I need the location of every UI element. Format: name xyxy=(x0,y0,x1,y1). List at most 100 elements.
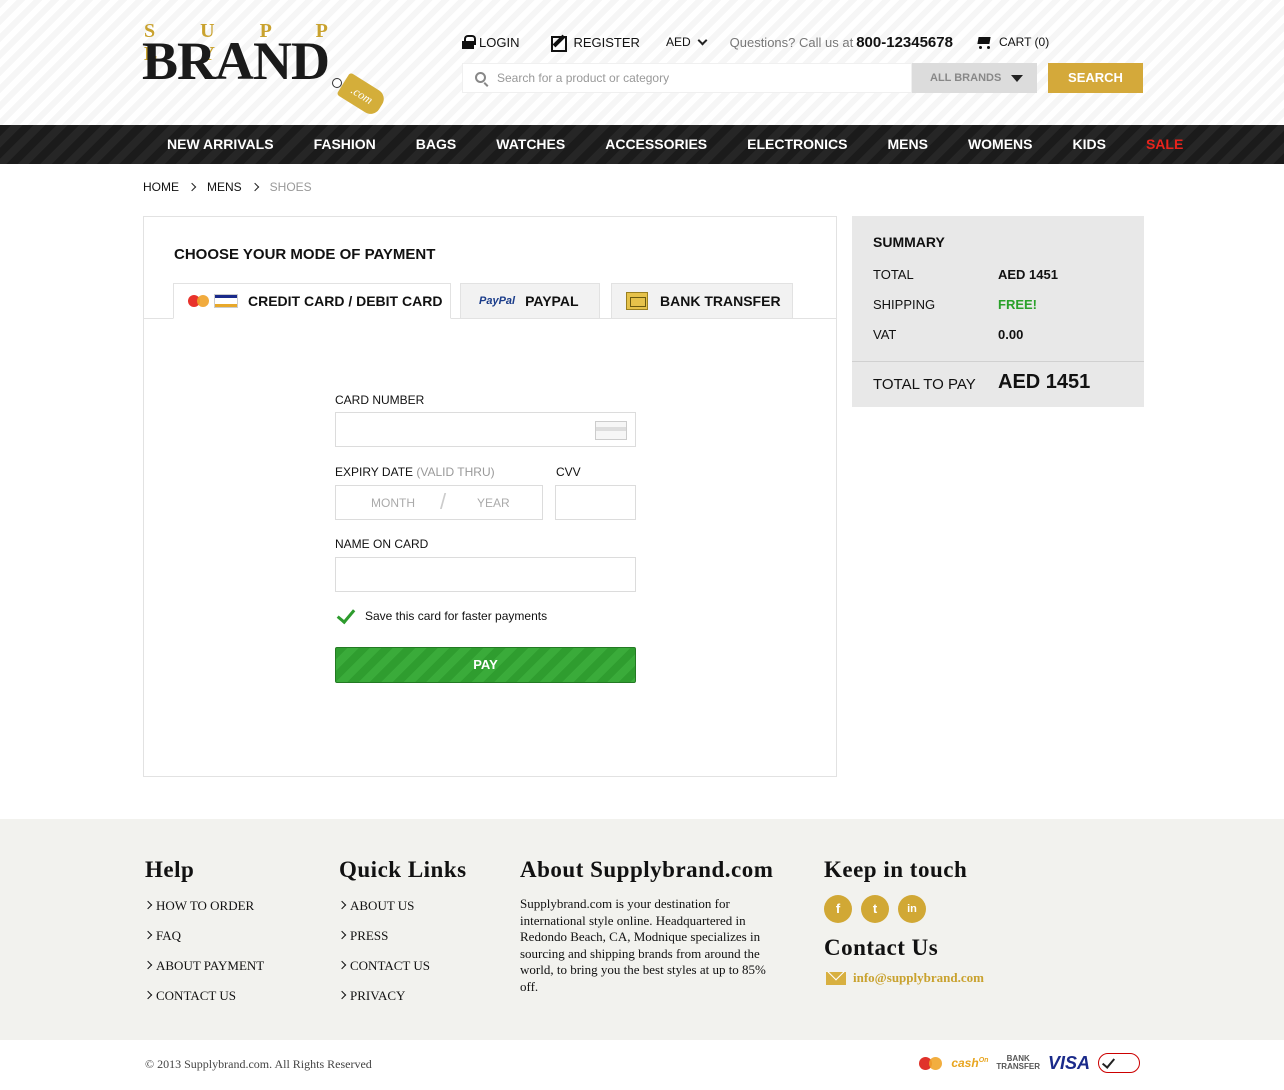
credit-card-icon xyxy=(595,421,627,440)
login-link[interactable]: LOGIN xyxy=(462,35,519,50)
search-icon xyxy=(475,72,486,83)
footer-keep-in-touch-title: Keep in touch xyxy=(824,857,968,882)
summary-total-label: TOTAL xyxy=(873,267,914,282)
edit-icon xyxy=(551,34,568,52)
order-summary: SUMMARY TOTAL AED 1451 SHIPPING FREE! VA… xyxy=(852,216,1144,407)
visa-icon: VISA xyxy=(1047,1052,1090,1073)
tab-credit-card-label: CREDIT CARD / DEBIT CARD xyxy=(248,293,443,309)
nav-item-electronics[interactable]: ELECTRONICS xyxy=(747,125,847,164)
footer-link-press[interactable]: PRESS xyxy=(339,928,430,958)
currency-select[interactable]: AED xyxy=(665,35,708,49)
breadcrumb-home[interactable]: HOME xyxy=(143,180,179,194)
cvv-field[interactable] xyxy=(555,485,636,520)
nav-item-mens[interactable]: MENS xyxy=(887,125,927,164)
nav-item-sale[interactable]: SALE xyxy=(1146,125,1183,164)
nav-item-accessories[interactable]: ACCESSORIES xyxy=(605,125,707,164)
search-box xyxy=(462,63,912,93)
footer-link-how-to-order[interactable]: HOW TO ORDER xyxy=(145,898,264,928)
save-card-checkbox[interactable] xyxy=(336,606,356,626)
payment-panel: CHOOSE YOUR MODE OF PAYMENT CREDIT CARD … xyxy=(143,216,837,777)
tab-credit-card[interactable]: CREDIT CARD / DEBIT CARD xyxy=(173,283,451,319)
footer-link-contact-us[interactable]: CONTACT US xyxy=(145,988,264,1018)
logo-brand-text: BRAND xyxy=(142,31,330,91)
lock-icon xyxy=(462,35,476,49)
main-nav: NEW ARRIVALS FASHION BAGS WATCHES ACCESS… xyxy=(0,125,1284,164)
linkedin-icon[interactable]: in xyxy=(898,895,926,923)
brands-label: ALL BRANDS xyxy=(930,72,1002,84)
paypal-icon: PayPal xyxy=(479,295,516,307)
nav-item-bags[interactable]: BAGS xyxy=(416,125,456,164)
summary-vat-label: VAT xyxy=(873,327,897,342)
cash-logo-text: cash xyxy=(951,1056,979,1070)
name-on-card-field[interactable] xyxy=(335,557,636,592)
footer-quick-links-title: Quick Links xyxy=(339,857,467,882)
search-button[interactable]: SEARCH xyxy=(1048,63,1143,93)
site-header: S U P P L Y BRAND .com LOGIN REGISTER AE… xyxy=(0,0,1284,125)
month-input[interactable]: MONTH xyxy=(371,496,415,510)
cash-logo-sup: On xyxy=(978,1057,989,1064)
cart-link[interactable]: CART (0) xyxy=(975,35,1049,49)
expiry-label: EXPIRY DATE (VALID THRU) xyxy=(335,465,495,479)
nav-item-kids[interactable]: KIDS xyxy=(1073,125,1106,164)
year-input[interactable]: YEAR xyxy=(477,496,510,510)
caret-down-icon xyxy=(1011,75,1023,82)
nav-item-fashion[interactable]: FASHION xyxy=(314,125,376,164)
breadcrumb-mens[interactable]: MENS xyxy=(207,180,242,194)
tab-paypal[interactable]: PayPal PAYPAL xyxy=(460,283,600,319)
bank-transfer-icon: BANK TRANSFER xyxy=(996,1055,1040,1071)
site-footer: Help HOW TO ORDER FAQ ABOUT PAYMENT CONT… xyxy=(0,819,1284,1040)
card-number-label: CARD NUMBER xyxy=(335,393,425,407)
verified-secure-icon xyxy=(1098,1053,1140,1073)
summary-shipping-value: FREE! xyxy=(998,297,1037,312)
footer-about-title: About Supplybrand.com xyxy=(520,857,774,882)
top-links: LOGIN REGISTER AED Questions? Call us at… xyxy=(462,32,1049,52)
search-input[interactable] xyxy=(497,64,897,92)
footer-link-about-us[interactable]: ABOUT US xyxy=(339,898,430,928)
brands-dropdown[interactable]: ALL BRANDS xyxy=(912,63,1037,93)
footer-email-link[interactable]: info@supplybrand.com xyxy=(853,970,984,986)
tab-paypal-label: PAYPAL xyxy=(525,293,579,309)
breadcrumb-current: SHOES xyxy=(269,180,312,194)
mastercard-icon xyxy=(919,1056,945,1070)
footer-link-contact[interactable]: CONTACT US xyxy=(339,958,430,988)
register-link[interactable]: REGISTER xyxy=(551,34,640,52)
chevron-right-icon xyxy=(250,182,259,192)
footer-link-faq[interactable]: FAQ xyxy=(145,928,264,958)
chevron-right-icon xyxy=(187,182,197,192)
footer-contact-title: Contact Us xyxy=(824,935,939,960)
tab-bank-transfer[interactable]: BANK TRANSFER xyxy=(611,283,793,319)
summary-divider xyxy=(852,361,1144,362)
bottom-bar: © 2013 Supplybrand.com. All Rights Reser… xyxy=(0,1040,1284,1090)
expiry-hint: (VALID THRU) xyxy=(416,465,495,479)
expiry-label-text: EXPIRY DATE xyxy=(335,465,414,479)
visa-icon xyxy=(214,294,238,308)
breadcrumb: HOME MENS SHOES xyxy=(143,180,312,194)
facebook-icon[interactable]: f xyxy=(824,895,852,923)
save-card-label: Save this card for faster payments xyxy=(365,609,548,623)
nav-item-womens[interactable]: WOMENS xyxy=(968,125,1033,164)
twitter-icon[interactable]: t xyxy=(861,895,889,923)
register-label: REGISTER xyxy=(573,34,640,50)
card-number-field[interactable] xyxy=(335,412,636,447)
footer-quick-list: ABOUT US PRESS CONTACT US PRIVACY xyxy=(339,898,430,1018)
currency-label: AED xyxy=(665,35,691,49)
footer-link-about-payment[interactable]: ABOUT PAYMENT xyxy=(145,958,264,988)
cart-label: CART (0) xyxy=(998,35,1050,49)
footer-help-list: HOW TO ORDER FAQ ABOUT PAYMENT CONTACT U… xyxy=(145,898,264,1018)
logo-tag: .com xyxy=(336,72,388,118)
expiry-field: MONTH / YEAR xyxy=(335,485,543,520)
site-logo[interactable]: S U P P L Y BRAND .com xyxy=(142,20,392,120)
phone-number: 800-12345678 xyxy=(856,33,953,51)
bank-transfer-icon xyxy=(626,292,648,310)
mail-icon xyxy=(826,972,846,985)
total-to-pay-label: TOTAL TO PAY xyxy=(873,376,976,393)
nav-item-new-arrivals[interactable]: NEW ARRIVALS xyxy=(167,125,274,164)
footer-about-text: Supplybrand.com is your destination for … xyxy=(520,896,766,994)
questions-text: Questions? Call us at xyxy=(729,34,854,50)
footer-link-privacy[interactable]: PRIVACY xyxy=(339,988,430,1018)
nav-item-watches[interactable]: WATCHES xyxy=(496,125,565,164)
chevron-down-icon xyxy=(697,35,708,45)
pay-button[interactable]: PAY xyxy=(335,647,636,683)
total-to-pay-value: AED 1451 xyxy=(998,371,1091,393)
mastercard-icon xyxy=(188,294,210,308)
